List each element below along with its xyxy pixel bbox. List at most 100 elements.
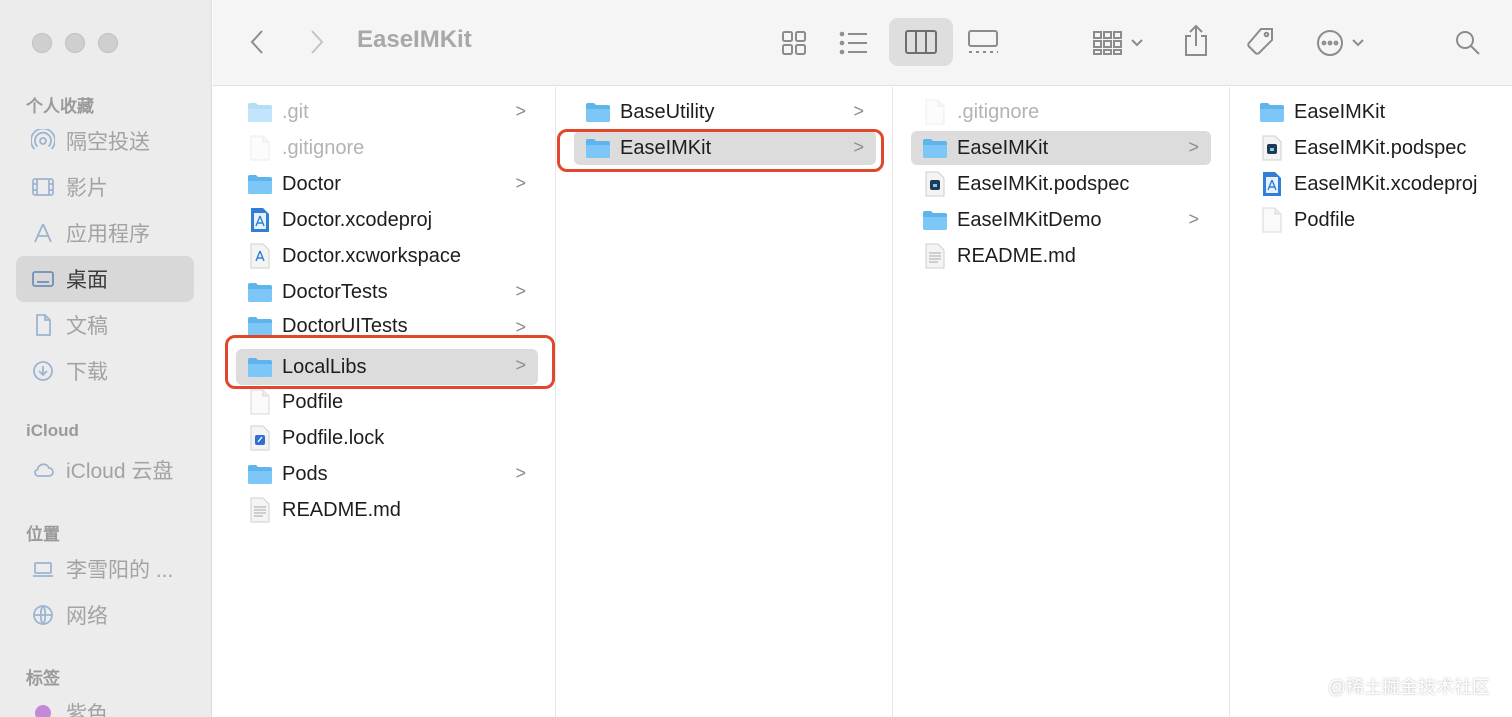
sidebar-item-computer[interactable]: 李雪阳的 ...	[16, 546, 194, 592]
globe-icon	[30, 602, 56, 628]
columns-icon	[903, 26, 939, 58]
list-item-selected[interactable]: EaseIMKit >	[574, 131, 876, 165]
list-item[interactable]: BaseUtility >	[574, 95, 876, 129]
sidebar-item-applications[interactable]: 应用程序	[16, 210, 194, 256]
forward-button[interactable]	[301, 26, 331, 58]
list-item-selected[interactable]: LocalLibs >	[236, 349, 538, 385]
folder-icon	[584, 134, 612, 162]
window-title: EaseIMKit	[357, 26, 472, 53]
chevron-right-icon	[311, 30, 324, 54]
list-item[interactable]: .git >	[236, 95, 538, 129]
folder-icon	[1258, 98, 1286, 126]
sidebar-item-label: 隔空投送	[66, 131, 150, 154]
gallery-icon	[968, 30, 998, 53]
chevron-down-icon	[1352, 39, 1364, 47]
sidebar-item-label: 桌面	[66, 269, 108, 292]
applications-icon	[30, 220, 56, 246]
laptop-icon	[30, 556, 56, 582]
file-name: EaseIMKit.podspec	[1294, 136, 1467, 159]
ellipsis-circle-icon	[1317, 30, 1343, 56]
minimize-window-button[interactable]	[65, 33, 85, 53]
file-icon	[921, 98, 949, 126]
share-icon	[1185, 24, 1207, 56]
sidebar-item-documents[interactable]: 文稿	[16, 302, 194, 348]
list-item[interactable]: EaseIMKit.xcodeproj	[1248, 167, 1510, 201]
file-name: LocalLibs	[282, 355, 367, 378]
list-item[interactable]: README.md	[236, 493, 538, 527]
list-item[interactable]: .gitignore	[911, 95, 1211, 129]
chevron-right-icon: >	[515, 317, 526, 337]
watermark: @稀土掘金技术社区	[1327, 677, 1490, 697]
chevron-right-icon: >	[515, 101, 526, 121]
tag-icon	[1247, 28, 1273, 55]
sidebar-section-icloud: iCloud	[26, 421, 79, 440]
list-item[interactable]: EaseIMKit.podspec	[911, 167, 1211, 201]
group-grid-icon	[1093, 31, 1122, 55]
document-icon	[30, 312, 56, 338]
list-item[interactable]: DoctorTests >	[236, 275, 538, 309]
list-item[interactable]: Podfile	[1248, 203, 1510, 237]
list-item[interactable]: Doctor >	[236, 167, 538, 201]
tag-button[interactable]	[1241, 24, 1279, 60]
file-name: EaseIMKit	[1294, 100, 1386, 123]
column-1: .git > .gitignore Doctor > Doctor.xcodepro…	[218, 87, 556, 717]
sidebar: 个人收藏 隔空投送 影片 应用程序 桌面 文稿 下载 iCloud iCloud…	[0, 0, 212, 717]
text-file-icon	[246, 496, 274, 524]
file-name: EaseIMKit.xcodeproj	[1294, 172, 1478, 195]
column-3: .gitignore EaseIMKit > EaseIMKit.podspec …	[893, 87, 1230, 717]
file-name: EaseIMKit.podspec	[957, 172, 1130, 195]
file-name: Doctor.xcodeproj	[282, 208, 433, 231]
file-name: .gitignore	[282, 136, 365, 159]
folder-icon	[246, 278, 274, 306]
sidebar-item-airdrop[interactable]: 隔空投送	[16, 118, 194, 164]
zoom-window-button[interactable]	[98, 33, 118, 53]
sidebar-item-movies[interactable]: 影片	[16, 164, 194, 210]
cloud-icon	[30, 457, 56, 483]
list-item[interactable]: .gitignore	[236, 131, 538, 165]
film-icon	[30, 174, 56, 200]
file-name: Pods	[282, 462, 328, 485]
chevron-right-icon: >	[515, 355, 526, 375]
sidebar-item-network[interactable]: 网络	[16, 592, 194, 638]
xcodeproj-icon	[1258, 170, 1286, 198]
more-actions-button[interactable]	[1309, 26, 1371, 60]
column-4: EaseIMKit EaseIMKit.podspec EaseIMKit.xc…	[1230, 87, 1512, 717]
share-button[interactable]	[1179, 22, 1213, 60]
list-item[interactable]: Pods >	[236, 457, 538, 491]
group-by-button[interactable]	[1089, 26, 1147, 60]
close-window-button[interactable]	[32, 33, 52, 53]
file-name: EaseIMKit	[620, 136, 712, 159]
file-name: .gitignore	[957, 100, 1040, 123]
folder-icon	[921, 206, 949, 234]
lock-file-icon	[246, 424, 274, 452]
sidebar-item-downloads[interactable]: 下载	[16, 348, 194, 394]
list-item[interactable]: EaseIMKit	[1248, 95, 1510, 129]
list-view-button[interactable]	[837, 26, 871, 60]
list-item[interactable]: Podfile.lock	[236, 421, 538, 455]
folder-icon	[246, 98, 274, 126]
back-button[interactable]	[243, 26, 273, 58]
icon-view-button[interactable]	[777, 26, 811, 60]
list-item[interactable]: README.md	[911, 239, 1211, 273]
podspec-icon	[1258, 134, 1286, 162]
sidebar-item-label: 紫色	[66, 703, 108, 717]
list-item[interactable]: EaseIMKit.podspec	[1248, 131, 1510, 165]
list-item[interactable]: Podfile	[236, 385, 538, 419]
list-item[interactable]: Doctor.xcodeproj	[236, 203, 538, 237]
list-item-selected[interactable]: EaseIMKit >	[911, 131, 1211, 165]
airdrop-icon	[30, 128, 56, 154]
list-item[interactable]: DoctorUITests >	[236, 311, 538, 341]
purple-tag-icon	[30, 700, 56, 717]
text-file-icon	[921, 242, 949, 270]
sidebar-item-label: 文稿	[66, 315, 108, 338]
sidebar-section-favorites: 个人收藏	[26, 97, 94, 116]
sidebar-item-desktop[interactable]: 桌面	[16, 256, 194, 302]
sidebar-item-icloud-drive[interactable]: iCloud 云盘	[16, 447, 194, 493]
search-button[interactable]	[1451, 26, 1485, 60]
list-item[interactable]: Doctor.xcworkspace	[236, 239, 538, 273]
gallery-view-button[interactable]	[965, 26, 1001, 58]
list-item[interactable]: EaseIMKitDemo >	[911, 203, 1211, 237]
file-name: EaseIMKitDemo	[957, 208, 1102, 231]
sidebar-item-tag-purple[interactable]: 紫色	[16, 690, 194, 717]
chevron-down-icon	[1131, 39, 1143, 47]
